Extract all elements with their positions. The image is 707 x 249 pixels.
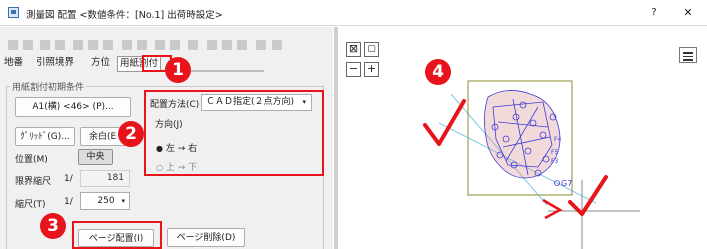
toolbar-icon[interactable] [8,40,18,50]
toolbar-icon[interactable] [122,40,132,50]
drawing-svg: G7 F5 F4 F3 [423,80,640,249]
limit-scale-label: 限界縮尺 [15,177,52,187]
paper-size-button[interactable]: A1(横) <46> (P)... [15,97,131,117]
toolbar-icon[interactable] [55,40,65,50]
toolbar-icon[interactable] [272,40,282,50]
toolbar-icon[interactable] [88,40,98,50]
drawing-canvas[interactable]: G7 F5 F4 F3 4 ⊠ ▢ − + [338,27,707,249]
help-button[interactable]: ? [646,5,662,21]
close-button[interactable]: ✕ [680,5,696,21]
menu-icon[interactable] [679,47,697,63]
limit-scale-prefix: 1/ [64,174,73,184]
step-badge-3: 3 [40,213,66,239]
toolbar-icon[interactable] [222,40,232,50]
tab-direction[interactable]: 方位 [91,56,110,70]
zoom-fit-button[interactable]: ⊠ [346,42,361,57]
step-badge-4: 4 [425,59,451,85]
window-title: 測量図 配置 <数値条件：[No.1] 出荷時設定> [26,10,223,21]
scale-prefix: 1/ [64,197,73,207]
position-label: 位置(M) [15,155,48,165]
group-label: 用紙割付初期条件 [10,80,87,93]
position-center-button[interactable]: 中央 [78,149,113,165]
app-icon [8,7,19,18]
step-badge-1: 1 [165,57,191,83]
check-mark [423,99,466,146]
toolbar-icon[interactable] [23,40,33,50]
point-label-g7: G7 [561,179,572,188]
toolbar-icon[interactable] [188,40,198,50]
scale-label: 縮尺(T) [15,200,46,210]
arrow-mark [542,198,563,220]
toolbar-icon[interactable] [155,40,165,50]
point-label-f5: F5 [551,149,558,156]
window-icon[interactable]: ▢ [364,42,379,57]
check-mark [568,175,608,216]
highlight-placement [144,90,324,176]
toolbar-icon[interactable] [73,40,83,50]
tab-lot-number[interactable]: 地番 [4,56,23,70]
toolbar-icon[interactable] [256,40,266,50]
page-delete-button[interactable]: ページ削除(D) [167,228,245,247]
scale-select[interactable]: 250 ▾ [80,192,130,210]
step-badge-2: 2 [118,121,144,147]
toolbar-icon[interactable] [207,40,217,50]
tab-reference-boundary[interactable]: 引照境界 [36,56,74,70]
point-label-f3: F3 [551,158,558,165]
chevron-down-icon: ▾ [121,197,125,205]
toolbar-icon[interactable] [40,40,50,50]
toolbar-icon[interactable] [137,40,147,50]
highlight-page-place [72,221,162,249]
toolbar-icon[interactable] [103,40,113,50]
zoom-in-button[interactable]: + [364,62,379,77]
zoom-out-button[interactable]: − [346,62,361,77]
survey-drawing [484,90,561,179]
scale-value: 250 [97,196,115,206]
grid-button[interactable]: ｸﾞﾘｯﾄﾞ(G)... [15,127,75,146]
icon-toolbar [0,36,330,54]
toolbar-icon[interactable] [237,40,247,50]
toolbar-icon[interactable] [170,40,180,50]
point-label-f4: F4 [554,136,561,143]
limit-scale-field: 181 [80,170,130,187]
